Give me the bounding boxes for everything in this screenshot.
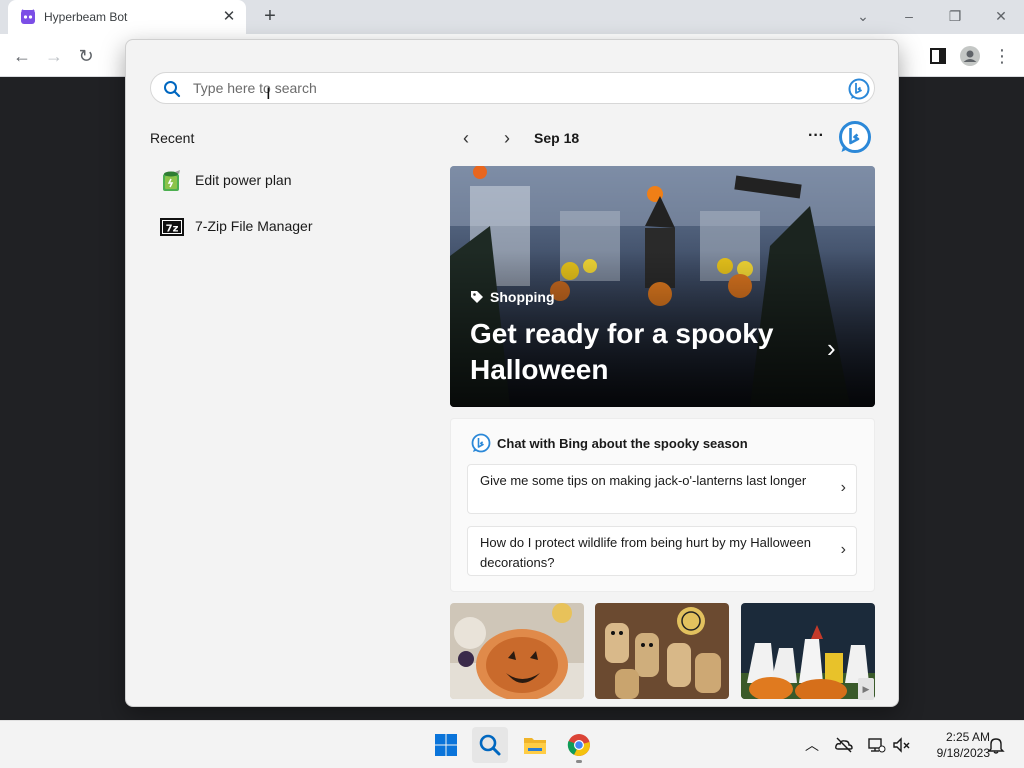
system-clock[interactable]: 2:25 AM 9/18/2023 <box>918 729 990 761</box>
previous-day-chevron-icon[interactable]: ‹ <box>454 126 478 150</box>
7zip-icon: 7z <box>160 218 184 236</box>
browser-tabstrip: Hyperbeam Bot ✕ + ⌄ – ❐ ✕ <box>0 0 1024 34</box>
hero-chevron-right-icon[interactable]: › <box>827 335 851 361</box>
forward-icon[interactable]: → <box>42 44 66 68</box>
thumbnail-image <box>595 603 729 699</box>
show-hidden-icons-chevron-icon[interactable]: ︿ <box>802 735 822 755</box>
volume-muted-icon[interactable] <box>892 735 912 755</box>
browser-tab[interactable]: Hyperbeam Bot ✕ <box>8 0 246 34</box>
search-flyout: I Recent Edit power plan 7z 7-Zip File M… <box>125 39 899 707</box>
thumbnail-card[interactable] <box>741 603 875 699</box>
recent-heading: Recent <box>150 130 195 146</box>
profile-icon[interactable] <box>958 44 982 68</box>
bing-chat-card: Chat with Bing about the spooky season G… <box>450 418 875 592</box>
recent-item-label: Edit power plan <box>195 172 292 188</box>
tag-icon <box>471 291 483 303</box>
file-explorer-button[interactable] <box>517 727 553 763</box>
hero-category-label: Shopping <box>490 289 555 305</box>
thumbnail-card[interactable] <box>450 603 584 699</box>
clock-date: 9/18/2023 <box>936 746 990 760</box>
taskbar-search-button[interactable] <box>472 727 508 763</box>
reload-icon[interactable]: ↻ <box>74 44 98 68</box>
hyperbeam-favicon-icon <box>21 9 35 24</box>
search-box[interactable] <box>150 72 875 104</box>
clock-time: 2:25 AM <box>945 730 990 744</box>
scroll-right-button[interactable]: ▶ <box>858 678 874 700</box>
7zip-icon-text: 7z <box>166 224 179 235</box>
thumbnail-image <box>741 603 875 699</box>
menu-kebab-icon[interactable]: ⋮ <box>990 44 1014 68</box>
chevron-right-icon: › <box>840 479 846 496</box>
search-icon <box>479 734 501 756</box>
tab-title: Hyperbeam Bot <box>44 10 128 24</box>
thumbnail-card[interactable] <box>595 603 729 699</box>
text-cursor-icon: I <box>266 84 271 103</box>
next-day-chevron-icon[interactable]: › <box>495 126 519 150</box>
chat-prompt-item[interactable]: How do I protect wildlife from being hur… <box>467 526 857 576</box>
windows-start-button[interactable] <box>428 727 464 763</box>
restore-button[interactable]: ❐ <box>945 6 965 26</box>
recent-item-7zip[interactable]: 7z 7-Zip File Manager <box>156 209 426 243</box>
new-tab-button[interactable]: + <box>260 6 280 26</box>
network-icon[interactable] <box>866 735 886 755</box>
hero-title: Get ready for a spooky Halloween <box>470 318 774 385</box>
bing-chat-icon <box>471 433 491 453</box>
bing-logo-icon[interactable] <box>838 120 872 154</box>
feed-date: Sep 18 <box>534 130 580 146</box>
more-options-button[interactable]: ··· <box>804 126 828 150</box>
minimize-button[interactable]: – <box>899 6 919 26</box>
taskbar: ︿ 2:25 AM 9/18/2023 <box>0 720 1024 768</box>
chevron-right-icon: › <box>840 541 846 558</box>
notifications-bell-icon[interactable] <box>986 735 1006 755</box>
search-input[interactable] <box>193 73 833 103</box>
windows-start-icon <box>435 734 457 756</box>
chat-card-title: Chat with Bing about the spooky season <box>497 436 748 451</box>
chrome-icon <box>567 734 590 756</box>
chat-prompt-item[interactable]: Give me some tips on making jack-o'-lant… <box>467 464 857 514</box>
hero-category: Shopping <box>470 289 555 305</box>
close-window-button[interactable]: ✕ <box>991 6 1011 26</box>
onedrive-offline-icon[interactable] <box>834 735 854 755</box>
chat-prompt-text: How do I protect wildlife from being hur… <box>480 535 811 570</box>
tab-search-icon[interactable]: ⌄ <box>853 6 873 26</box>
back-icon[interactable]: ← <box>10 44 34 68</box>
chrome-button[interactable] <box>561 727 597 763</box>
power-plan-icon <box>163 170 180 191</box>
recent-item-edit-power-plan[interactable]: Edit power plan <box>156 163 426 197</box>
search-icon <box>164 81 181 98</box>
chat-prompt-text: Give me some tips on making jack-o'-lant… <box>480 473 807 488</box>
side-panel-icon[interactable] <box>926 44 950 68</box>
bing-chat-icon[interactable] <box>848 78 870 100</box>
hero-card[interactable]: Shopping Get ready for a spooky Hallowee… <box>450 166 875 407</box>
running-indicator <box>576 760 582 763</box>
recent-item-label: 7-Zip File Manager <box>195 218 313 234</box>
tab-close-icon[interactable]: ✕ <box>220 8 238 26</box>
file-explorer-icon <box>524 738 546 754</box>
thumbnail-image <box>450 603 584 699</box>
